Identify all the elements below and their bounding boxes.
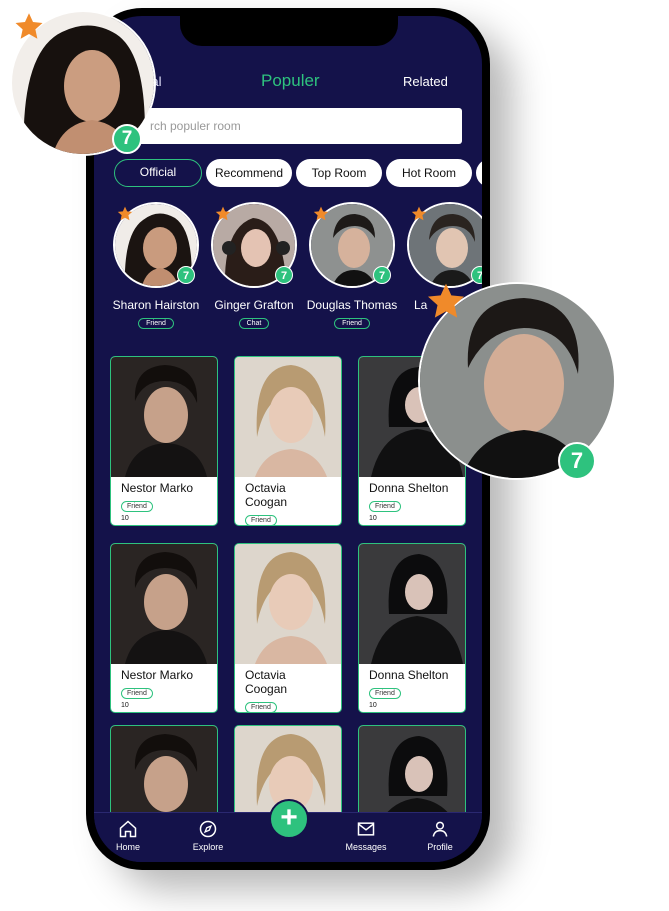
card-photo (359, 544, 465, 664)
card-photo (235, 357, 341, 477)
story-row: 7 Sharon Hairston Friend 7 Ginger Grafto… (94, 202, 482, 342)
chip-recommend[interactable]: Recommend (206, 159, 292, 187)
card-tag: Friend (121, 501, 153, 512)
card-name: Octavia Coogan (245, 668, 288, 696)
card-count: 10 (369, 702, 377, 709)
card-name: Nestor Marko (121, 668, 194, 682)
story-item[interactable]: 7 Ginger Grafton Chat (204, 202, 304, 330)
card-photo (111, 544, 217, 664)
room-card[interactable]: Octavia Coogan Friend 10 (234, 543, 342, 713)
card-tag: Friend (121, 688, 153, 699)
story-name: Ginger Grafton (214, 298, 294, 312)
search-input[interactable]: rch populer room (114, 108, 462, 144)
chip-more[interactable] (476, 159, 482, 187)
card-name: Octavia Coogan (245, 481, 288, 509)
user-icon (432, 821, 448, 837)
nav-home-label: Home (115, 842, 140, 852)
add-button[interactable]: + (269, 799, 309, 839)
category-chips: Official Recommend Top Room Hot Room (114, 159, 482, 189)
story-tag: Friend (334, 318, 370, 329)
story-name: Sharon Hairston (112, 298, 200, 312)
level-badge: 7 (471, 266, 482, 284)
story-tag: Friend (138, 318, 174, 329)
card-name: Donna Shelton (369, 481, 449, 495)
card-tag: Friend (245, 702, 277, 712)
star-icon (313, 206, 329, 221)
level-badge: 7 (177, 266, 195, 284)
level-badge: 7 (275, 266, 293, 284)
home-icon (119, 820, 137, 838)
card-tag: Friend (369, 501, 401, 512)
avatar: 7 (309, 202, 395, 288)
avatar: 7 (113, 202, 199, 288)
chip-top-room[interactable]: Top Room (296, 159, 382, 187)
phone-frame: lobal Populer Related rch populer room O… (86, 8, 490, 870)
nav-explore[interactable]: Explore (178, 819, 238, 852)
star-icon (428, 283, 464, 318)
star-icon (411, 206, 427, 221)
compass-icon (199, 820, 217, 838)
room-card[interactable]: Donna Shelton Friend 10 (358, 543, 466, 713)
room-card[interactable]: Octavia Coogan Friend 10 (234, 356, 342, 526)
nav-explore-label: Explore (192, 842, 224, 852)
card-name: Nestor Marko (121, 481, 194, 495)
chip-hot-room[interactable]: Hot Room (386, 159, 472, 187)
star-icon (117, 206, 133, 221)
app-screen: lobal Populer Related rch populer room O… (94, 16, 482, 862)
nav-messages[interactable]: Messages (336, 819, 396, 852)
card-tag: Friend (369, 688, 401, 699)
avatar: 7 (211, 202, 297, 288)
avatar: 7 (407, 202, 482, 288)
bottom-nav: Home Explore + Messages Profile (94, 799, 482, 862)
level-badge: 7 (558, 442, 596, 480)
story-item[interactable]: 7 Douglas Thomas Friend (302, 202, 402, 330)
floating-avatar-left: 7 (10, 10, 156, 156)
level-badge: 7 (373, 266, 391, 284)
chip-official[interactable]: Official (114, 159, 202, 187)
card-name: Donna Shelton (369, 668, 449, 682)
star-icon (15, 13, 43, 39)
story-item[interactable]: 7 Sharon Hairston Friend (106, 202, 206, 330)
card-tag: Friend (245, 515, 277, 525)
tab-populer[interactable]: Populer (261, 71, 320, 91)
story-tag: Chat (238, 318, 270, 329)
card-photo (111, 357, 217, 477)
card-count: 10 (121, 515, 129, 522)
nav-profile[interactable]: Profile (410, 819, 470, 852)
level-badge: 7 (112, 124, 142, 154)
card-count: 10 (121, 702, 129, 709)
room-card[interactable]: Nestor Marko Friend 10 (110, 543, 218, 713)
nav-home[interactable]: Home (98, 819, 158, 852)
phone-notch (180, 16, 398, 46)
star-icon (215, 206, 231, 221)
nav-profile-label: Profile (427, 842, 453, 852)
nav-messages-label: Messages (345, 842, 387, 852)
room-card[interactable]: Nestor Marko Friend 10 (110, 356, 218, 526)
card-count: 10 (369, 515, 377, 522)
floating-avatar-right: 7 (418, 282, 616, 480)
mail-icon (357, 822, 375, 836)
story-name: Douglas Thomas (306, 298, 398, 312)
tab-related[interactable]: Related (403, 74, 448, 89)
card-photo (235, 544, 341, 664)
